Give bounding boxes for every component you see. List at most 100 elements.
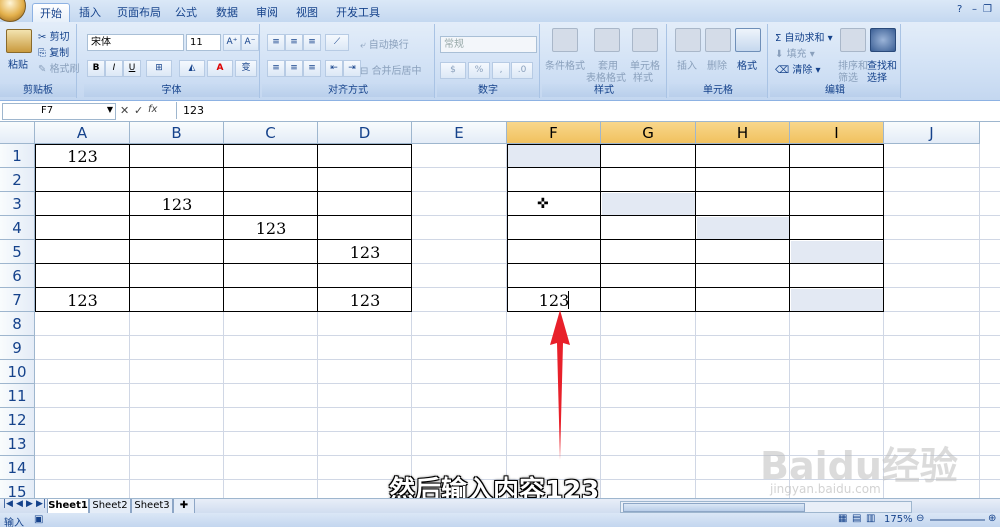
zoom-in-icon[interactable]: ⊕ [988, 513, 996, 524]
cell-c4[interactable]: 123 [224, 218, 318, 239]
delete-cells-button[interactable]: 删除 [707, 57, 727, 72]
paste-button[interactable]: 粘贴 [8, 56, 28, 71]
comma-button[interactable]: , [492, 62, 510, 79]
grow-font-button[interactable]: A⁺ [223, 34, 241, 51]
column-header-e[interactable]: E [412, 122, 507, 144]
copy-button[interactable]: ⎘ 复制 [38, 44, 69, 59]
percent-button[interactable]: % [468, 62, 490, 79]
row-header-12[interactable]: 12 [0, 408, 35, 432]
sheet-tab-1[interactable]: Sheet1 [47, 499, 89, 514]
normal-view-icon[interactable]: ▦ [838, 513, 847, 524]
cell-f7[interactable]: 123 [507, 290, 601, 311]
column-header-a[interactable]: A [35, 122, 130, 144]
row-header-10[interactable]: 10 [0, 360, 35, 384]
underline-button[interactable]: U [123, 60, 141, 77]
italic-button[interactable]: I [105, 60, 123, 77]
decimal-button[interactable]: .0 [511, 62, 533, 79]
sheet-tab-2[interactable]: Sheet2 [89, 499, 131, 514]
insert-function-icon[interactable]: fx [148, 104, 157, 115]
format-cells-button[interactable]: 格式 [737, 57, 757, 72]
next-sheet-icon[interactable]: ▶ [26, 499, 33, 509]
conditional-format-button[interactable]: 条件格式 [545, 57, 585, 72]
page-break-view-icon[interactable]: ▥ [866, 513, 875, 524]
row-header-7[interactable]: 7 [0, 288, 35, 312]
row-header-8[interactable]: 8 [0, 312, 35, 336]
row-header-3[interactable]: 3 [0, 192, 35, 216]
cut-button[interactable]: ✂ 剪切 [38, 28, 70, 43]
tab-insert[interactable]: 插入 [74, 3, 106, 22]
align-middle-button[interactable]: ≡ [285, 34, 303, 51]
merge-center-button[interactable]: ⊟ 合并后居中 [360, 62, 422, 77]
zoom-slider[interactable] [930, 519, 985, 521]
formula-input[interactable]: 123 [176, 102, 997, 119]
align-top-button[interactable]: ≡ [267, 34, 285, 51]
cancel-icon[interactable]: ✕ [120, 104, 129, 117]
align-right-button[interactable]: ≡ [303, 60, 321, 77]
wrap-text-button[interactable]: ⤶ 自动换行 [360, 36, 409, 51]
autosum-button[interactable]: Σ 自动求和 ▾ [775, 29, 833, 44]
align-left-button[interactable]: ≡ [267, 60, 285, 77]
align-bottom-button[interactable]: ≡ [303, 34, 321, 51]
horizontal-scrollbar[interactable] [620, 501, 912, 513]
number-format-combo[interactable]: 常规 [440, 36, 537, 53]
row-header-14[interactable]: 14 [0, 456, 35, 480]
column-header-i[interactable]: I [790, 122, 884, 144]
phonetic-button[interactable]: 变 [235, 60, 257, 77]
format-painter-button[interactable]: ✎ 格式刷 [38, 60, 80, 75]
row-header-9[interactable]: 9 [0, 336, 35, 360]
column-header-d[interactable]: D [318, 122, 412, 144]
name-box[interactable]: F7 ▼ [2, 103, 116, 120]
cell-b3[interactable]: 123 [130, 194, 224, 215]
decrease-indent-button[interactable]: ⇤ [325, 60, 343, 77]
fill-button[interactable]: ⬇ 填充 ▾ [775, 45, 815, 60]
scrollbar-thumb[interactable] [623, 503, 805, 512]
minimize-icon[interactable]: – [972, 4, 977, 15]
row-header-11[interactable]: 11 [0, 384, 35, 408]
align-center-button[interactable]: ≡ [285, 60, 303, 77]
column-header-b[interactable]: B [130, 122, 224, 144]
paste-icon[interactable] [6, 29, 32, 53]
chevron-down-icon[interactable]: ▼ [107, 105, 113, 114]
font-size-combo[interactable]: 11 [186, 34, 221, 51]
tab-home[interactable]: 开始 [32, 3, 70, 23]
row-header-4[interactable]: 4 [0, 216, 35, 240]
tab-review[interactable]: 审阅 [251, 3, 283, 22]
shrink-font-button[interactable]: A⁻ [241, 34, 259, 51]
tab-page-layout[interactable]: 页面布局 [113, 3, 165, 22]
font-name-combo[interactable]: 宋体 [87, 34, 184, 51]
column-header-h[interactable]: H [696, 122, 790, 144]
cell-a7[interactable]: 123 [35, 290, 130, 311]
office-button[interactable] [0, 0, 26, 22]
first-sheet-icon[interactable]: |◀ [3, 499, 13, 509]
select-all-corner[interactable] [0, 122, 35, 144]
bold-button[interactable]: B [87, 60, 105, 77]
border-button[interactable]: ⊞ [146, 60, 172, 77]
enter-icon[interactable]: ✓ [134, 104, 143, 117]
row-header-13[interactable]: 13 [0, 432, 35, 456]
page-layout-view-icon[interactable]: ▤ [852, 513, 861, 524]
font-color-button[interactable]: A [207, 60, 233, 77]
sheet-tab-3[interactable]: Sheet3 [131, 499, 173, 514]
cell-d7[interactable]: 123 [318, 290, 412, 311]
restore-icon[interactable]: ❐ [983, 4, 992, 15]
zoom-out-icon[interactable]: ⊖ [916, 513, 924, 524]
fill-color-button[interactable]: ◭ [179, 60, 205, 77]
macro-record-icon[interactable]: ▣ [34, 514, 43, 525]
tab-data[interactable]: 数据 [211, 3, 243, 22]
row-header-2[interactable]: 2 [0, 168, 35, 192]
row-header-6[interactable]: 6 [0, 264, 35, 288]
help-icon[interactable]: ? [957, 4, 962, 15]
insert-sheet-icon[interactable]: ✚ [173, 499, 195, 514]
insert-cells-button[interactable]: 插入 [677, 57, 697, 72]
currency-button[interactable]: $ [440, 62, 466, 79]
prev-sheet-icon[interactable]: ◀ [16, 499, 23, 509]
row-header-15[interactable]: 15 [0, 480, 35, 498]
cell-a1[interactable]: 123 [35, 146, 130, 167]
last-sheet-icon[interactable]: ▶| [36, 499, 46, 509]
zoom-level[interactable]: 175% [884, 514, 913, 525]
cell-d5[interactable]: 123 [318, 242, 412, 263]
tab-view[interactable]: 视图 [291, 3, 323, 22]
row-header-1[interactable]: 1 [0, 144, 35, 168]
column-header-g[interactable]: G [601, 122, 696, 144]
column-header-j[interactable]: J [884, 122, 980, 144]
